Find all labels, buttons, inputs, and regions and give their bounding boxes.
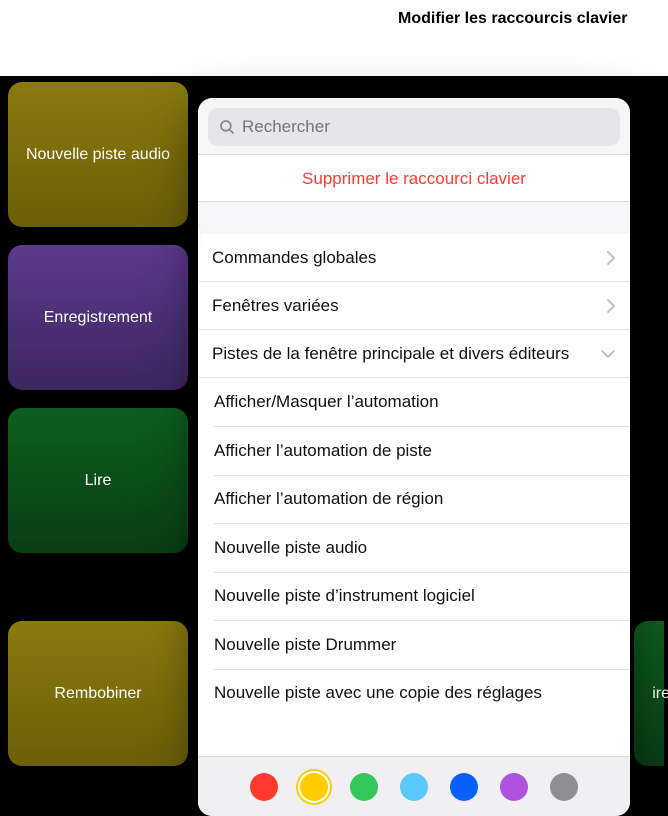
search-icon (218, 118, 236, 136)
command-item[interactable]: Afficher/Masquer l’automation (198, 378, 630, 426)
command-item[interactable]: Afficher l’automation de piste (198, 427, 630, 475)
section-label: Pistes de la fenêtre principale et diver… (212, 344, 569, 364)
tile-new-audio-track[interactable]: Nouvelle piste audio (8, 82, 188, 227)
section-global-commands[interactable]: Commandes globales (198, 234, 630, 282)
search-wrap (198, 98, 630, 154)
command-list: Afficher/Masquer l’automation Afficher l… (198, 378, 630, 756)
color-swatch-lightblue[interactable] (400, 773, 428, 801)
search-input[interactable] (242, 117, 610, 137)
color-swatch-green[interactable] (350, 773, 378, 801)
command-item[interactable]: Nouvelle piste audio (198, 524, 630, 572)
tile-label: Enregistrement (44, 309, 153, 327)
tile-label: ire (652, 685, 668, 703)
delete-shortcut-button[interactable]: Supprimer le raccourci clavier (198, 154, 630, 202)
shortcut-grid: Nouvelle piste audio Enregistrement Lire… (0, 76, 668, 782)
tile-label: Nouvelle piste audio (26, 146, 170, 164)
page-title: Modifier les raccourcis clavier (398, 10, 628, 30)
delete-label: Supprimer le raccourci clavier (302, 169, 526, 188)
tile-partial[interactable]: ire (634, 621, 664, 766)
tile-record[interactable]: Enregistrement (8, 245, 188, 390)
color-swatch-gray[interactable] (550, 773, 578, 801)
command-item[interactable]: Afficher l’automation de région (198, 475, 630, 523)
color-swatch-yellow[interactable] (300, 773, 328, 801)
chevron-down-icon (600, 349, 616, 359)
tile-label: Rembobiner (54, 685, 141, 703)
tile-rewind[interactable]: Rembobiner (8, 621, 188, 766)
tile-label: Lire (85, 472, 112, 490)
color-swatch-blue[interactable] (450, 773, 478, 801)
command-item[interactable]: Nouvelle piste avec une copie des réglag… (198, 669, 630, 717)
section-spacer (198, 202, 630, 234)
search-field[interactable] (208, 108, 620, 146)
section-label: Fenêtres variées (212, 296, 339, 316)
color-swatch-red[interactable] (250, 773, 278, 801)
section-label: Commandes globales (212, 248, 376, 268)
color-picker-bar (198, 756, 630, 816)
section-main-window-tracks[interactable]: Pistes de la fenêtre principale et diver… (198, 330, 630, 378)
section-list: Commandes globales Fenêtres variées Pist… (198, 234, 630, 378)
command-popover: Supprimer le raccourci clavier Commandes… (198, 98, 630, 816)
chevron-right-icon (606, 298, 616, 314)
section-varied-windows[interactable]: Fenêtres variées (198, 282, 630, 330)
chevron-right-icon (606, 250, 616, 266)
tile-play[interactable]: Lire (8, 408, 188, 553)
command-item[interactable]: Nouvelle piste Drummer (198, 621, 630, 669)
command-item[interactable]: Nouvelle piste d’instrument logiciel (198, 572, 630, 620)
color-swatch-purple[interactable] (500, 773, 528, 801)
top-bar: Modifier les raccourcis clavier (0, 0, 668, 76)
